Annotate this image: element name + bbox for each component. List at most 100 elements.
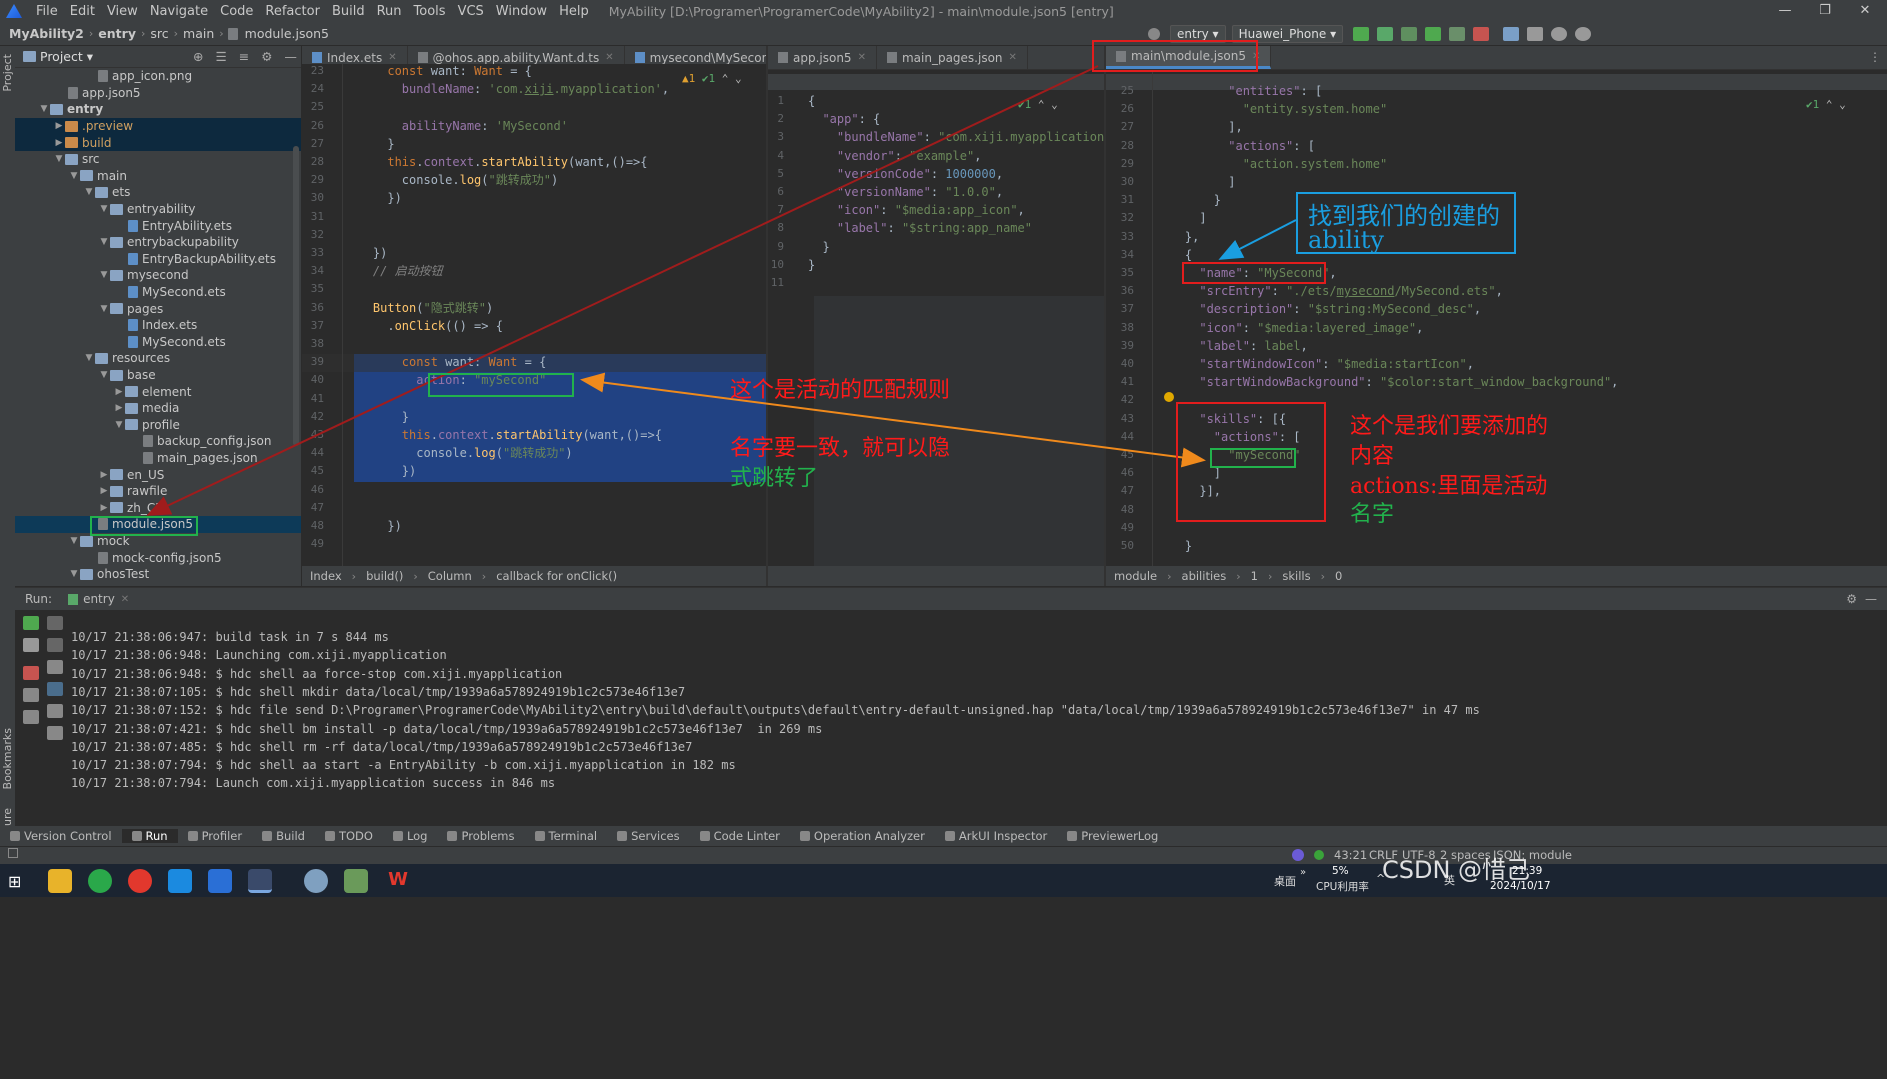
deveco-studio-icon[interactable] <box>248 869 272 893</box>
layout-icon[interactable] <box>23 688 39 702</box>
profile-icon[interactable] <box>1449 27 1466 41</box>
pin-icon[interactable] <box>23 710 39 724</box>
restore-button[interactable]: ❐ <box>1806 0 1844 22</box>
toolwindow-operation-analyzer[interactable]: Operation Analyzer <box>790 829 935 843</box>
menu-edit[interactable]: Edit <box>64 4 101 19</box>
chevron-right-icon[interactable]: ▶ <box>98 503 110 513</box>
chevron-down-icon[interactable]: ▼ <box>53 154 65 164</box>
tree-item[interactable]: MySecond.ets <box>15 284 301 301</box>
attach-icon[interactable] <box>1401 27 1418 41</box>
tree-item[interactable]: ▶ .preview <box>15 117 301 135</box>
inspection-widget[interactable]: ▲1 ✔1 ⌃ ⌄ <box>682 72 742 85</box>
run-icon[interactable] <box>1353 27 1370 41</box>
tree-item[interactable]: backup_config.json <box>15 433 301 450</box>
crumb-column[interactable]: Column <box>420 569 480 583</box>
breadcrumb-main[interactable]: main <box>180 26 217 41</box>
chevron-down-icon[interactable]: ▼ <box>98 204 110 214</box>
menu-file[interactable]: File <box>30 4 64 19</box>
breadcrumb-src[interactable]: src <box>147 26 171 41</box>
toolwindow-previewerlog[interactable]: PreviewerLog <box>1057 829 1168 843</box>
tree-item[interactable]: ▶ rawfile <box>15 483 301 500</box>
toolwindow-build[interactable]: Build <box>252 829 315 843</box>
chevron-down-icon[interactable]: ▼ <box>38 104 50 114</box>
chevron-right-icon[interactable]: ▶ <box>98 470 110 480</box>
app-icon-4[interactable] <box>168 869 192 893</box>
editor2-code[interactable]: 1 2 3 4 5 6 7 8 9 10 11 ✔1 ⌃ ⌄ { "app": { "bundleN… <box>768 70 1104 566</box>
crumb-index[interactable]: Index <box>302 569 350 583</box>
chevron-right-icon[interactable]: ▶ <box>53 138 65 148</box>
chevron-down-icon[interactable]: ▼ <box>113 420 125 430</box>
run-settings-icon[interactable]: ⚙ <box>1846 592 1857 606</box>
tree-item[interactable]: ▼ profile <box>15 417 301 434</box>
run-hide-icon[interactable]: — <box>1865 592 1877 606</box>
crumb-abilities[interactable]: abilities <box>1174 569 1235 583</box>
sync-icon[interactable] <box>1527 27 1544 41</box>
toolwindow-services[interactable]: Services <box>607 829 690 843</box>
toolwindow-log[interactable]: Log <box>383 829 438 843</box>
bookmarks-tool-tab[interactable]: Bookmarks <box>1 728 14 789</box>
rerun-icon[interactable] <box>1425 27 1442 41</box>
tree-item[interactable]: app.json5 <box>15 85 301 102</box>
layout-toggle-icon[interactable] <box>8 848 18 858</box>
crumb-skills[interactable]: skills <box>1274 569 1318 583</box>
stop-run-icon[interactable] <box>23 666 39 680</box>
tree-item[interactable]: Index.ets <box>15 317 301 334</box>
menu-build[interactable]: Build <box>326 4 371 19</box>
tree-item[interactable]: EntryAbility.ets <box>15 217 301 234</box>
project-scrollbar[interactable] <box>293 146 299 446</box>
menu-navigate[interactable]: Navigate <box>144 4 214 19</box>
tree-item[interactable]: MySecond.ets <box>15 334 301 351</box>
crumb-onclick[interactable]: callback for onClick() <box>488 569 625 583</box>
scroll-down-icon[interactable] <box>47 638 63 652</box>
close-button[interactable]: ✕ <box>1846 0 1884 22</box>
chevron-right-icon[interactable]: ▶ <box>98 486 110 496</box>
run-tab-entry[interactable]: entry ✕ <box>58 589 139 609</box>
print-icon[interactable] <box>47 704 63 718</box>
chevron-down-icon[interactable]: ▼ <box>83 187 95 197</box>
settings-icon[interactable] <box>1575 27 1592 41</box>
tree-item[interactable]: ▶ build <box>15 134 301 151</box>
toolwindow-todo[interactable]: TODO <box>315 829 383 843</box>
tree-item[interactable]: ▼ entrybackupability <box>15 234 301 251</box>
menu-window[interactable]: Window <box>490 4 553 19</box>
inspection-widget-2[interactable]: ✔1 ⌃ ⌄ <box>1018 98 1058 111</box>
chevron-down-icon[interactable]: ▼ <box>98 370 110 380</box>
menu-code[interactable]: Code <box>214 4 259 19</box>
cursor-position[interactable]: 43:21 <box>1334 848 1367 862</box>
search-icon[interactable] <box>1551 27 1568 41</box>
toolwindow-terminal[interactable]: Terminal <box>525 829 608 843</box>
menu-view[interactable]: View <box>101 4 144 19</box>
tree-item[interactable]: ▶ media <box>15 400 301 417</box>
tree-item[interactable]: ▶ zh_CN <box>15 500 301 517</box>
tree-item[interactable]: ▶ en_US <box>15 466 301 483</box>
tree-item[interactable]: ▼ entryability <box>15 201 301 218</box>
chevron-down-icon[interactable]: ▼ <box>98 270 110 280</box>
tree-item[interactable]: ▼ ohosTest <box>15 566 301 583</box>
editor3-menu-icon[interactable]: ⋮ <box>1869 50 1881 64</box>
hide-panel-icon[interactable]: — <box>284 49 297 64</box>
toolwindow-problems[interactable]: Problems <box>437 829 524 843</box>
chevron-down-icon[interactable]: ▼ <box>83 353 95 363</box>
editor1-code[interactable]: 23 24 25 26 27 28 29 30 31 32 33 34 35 36 37 38 39 40 41 42… <box>302 64 766 566</box>
tree-item[interactable]: app_icon.png <box>15 68 301 85</box>
tab-main-pages-json[interactable]: main_pages.json ✕ <box>877 46 1028 69</box>
tree-item[interactable]: ▼ base <box>15 367 301 384</box>
overflow-chevron-icon[interactable]: » <box>1300 867 1306 878</box>
menu-refactor[interactable]: Refactor <box>259 4 326 19</box>
app-icon-8[interactable] <box>344 869 368 893</box>
menu-vcs[interactable]: VCS <box>452 4 490 19</box>
app-icon-7[interactable] <box>304 869 328 893</box>
chevron-down-icon[interactable]: ▼ <box>68 171 80 181</box>
project-view-dropdown[interactable]: Project ▾ <box>40 49 93 64</box>
netease-music-icon[interactable] <box>128 869 152 893</box>
menu-help[interactable]: Help <box>553 4 595 19</box>
project-tool-tab[interactable]: Project <box>1 54 14 92</box>
soft-wrap-icon[interactable] <box>47 660 63 674</box>
toolwindow-profiler[interactable]: Profiler <box>178 829 253 843</box>
crumb-build[interactable]: build() <box>358 569 411 583</box>
settings-gear-icon[interactable] <box>1148 28 1160 40</box>
chevron-down-icon[interactable]: ▼ <box>68 569 80 579</box>
tab-app-json5[interactable]: app.json5 ✕ <box>768 46 877 69</box>
crumb-index-0[interactable]: 0 <box>1327 569 1350 583</box>
lightbulb-icon[interactable] <box>1164 392 1174 402</box>
